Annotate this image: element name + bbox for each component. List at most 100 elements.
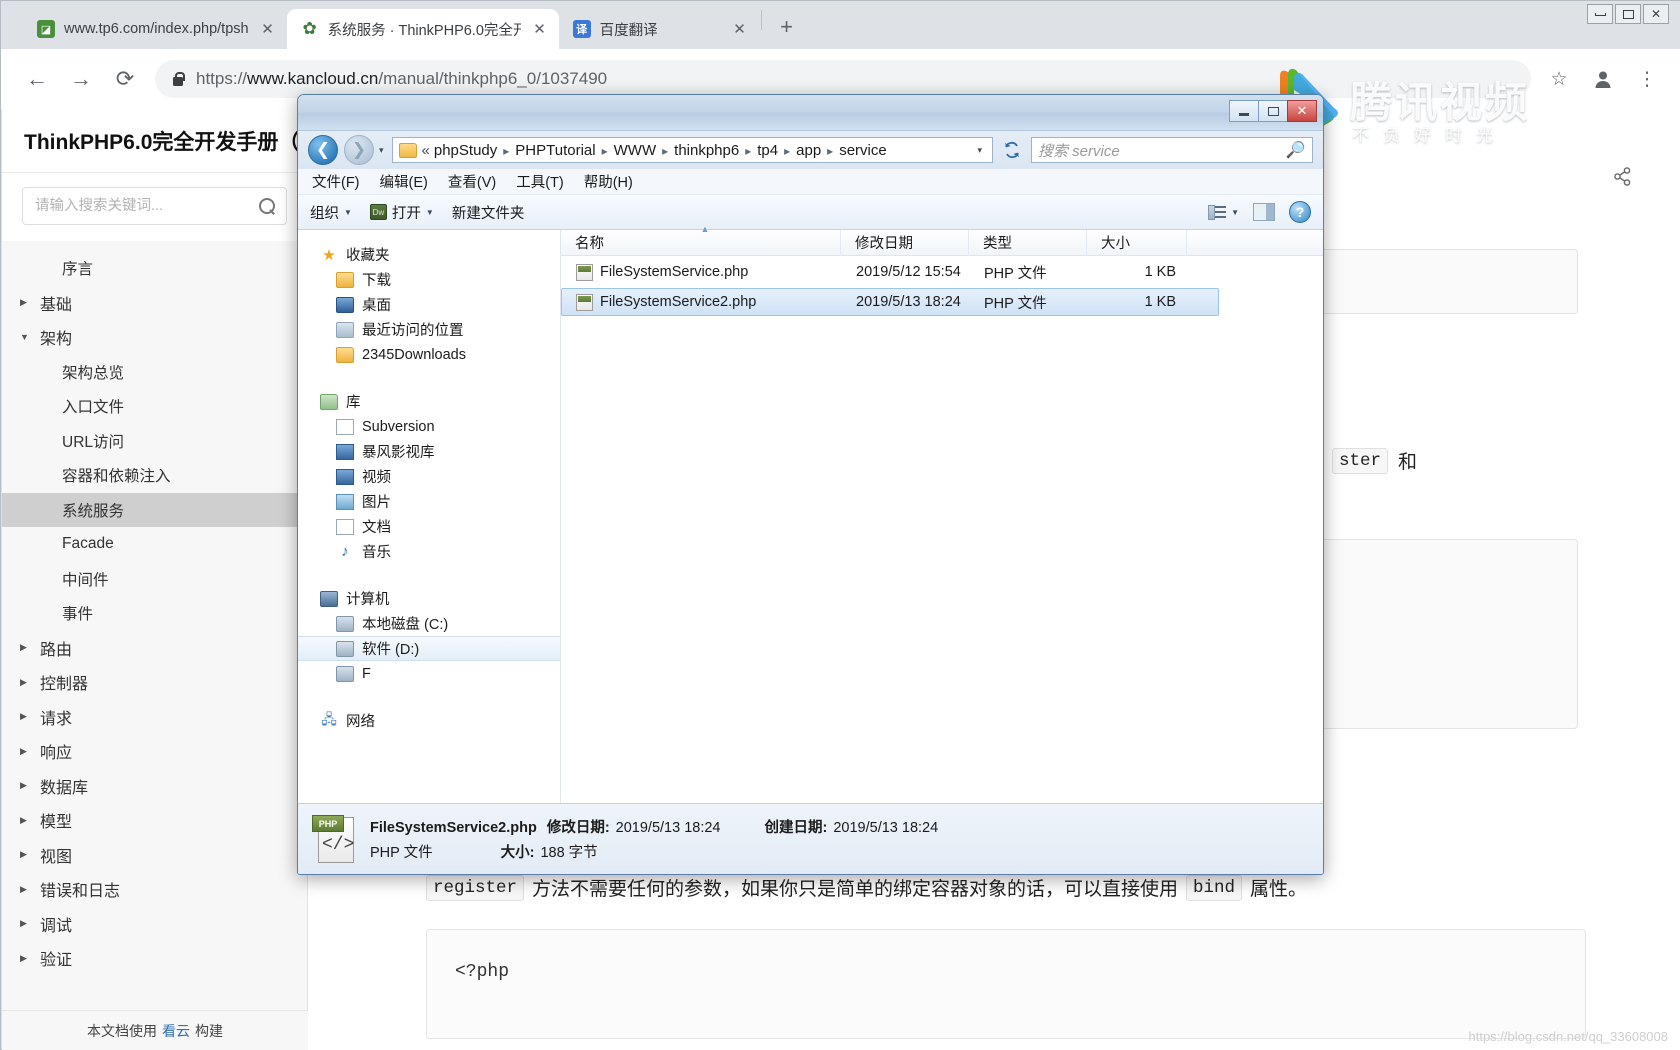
breadcrumb-item[interactable]: WWW [614,142,656,159]
nav-pane-item[interactable]: 软件 (D:) [298,636,560,661]
change-view-button[interactable]: ▼ [1208,205,1239,220]
search-icon[interactable]: 🔍 [1286,140,1306,160]
open-button[interactable]: Dw 打开 ▼ [369,202,434,223]
doc-nav-item[interactable]: ▶ 数据库 [2,769,307,804]
doc-nav-item[interactable]: 容器和依赖注入 [2,458,307,493]
refresh-icon[interactable] [999,137,1025,163]
menu-item[interactable]: 编辑(E) [380,171,428,192]
nav-pane-item[interactable]: 库 [298,389,560,414]
breadcrumb-item[interactable]: phpStudy [434,142,497,159]
doc-nav-item[interactable]: ▼ 架构 [2,320,307,355]
explorer-forward-button[interactable]: ❯ [344,135,374,165]
doc-nav-item[interactable]: ▶ 控制器 [2,665,307,700]
caret-right-icon[interactable]: ▶ [20,297,40,308]
back-button[interactable]: ← [15,57,59,101]
column-header[interactable]: 名称 ▲ [561,224,841,256]
menu-item[interactable]: 工具(T) [516,171,564,192]
chrome-menu-icon[interactable]: ⋮ [1627,59,1667,99]
caret-right-icon[interactable]: ▶ [20,746,40,757]
caret-down-icon[interactable]: ▼ [20,332,40,342]
search-icon[interactable] [259,197,276,215]
nav-pane-item[interactable]: 暴风影视库 [298,439,560,464]
preview-pane-icon[interactable] [1253,203,1275,221]
column-header[interactable]: 修改日期 [841,229,969,256]
share-icon[interactable] [1613,167,1632,192]
doc-nav-item[interactable]: ▶ 请求 [2,700,307,735]
breadcrumb-item[interactable]: app [796,142,821,159]
kanyun-link[interactable]: 看云 [162,1021,190,1041]
file-explorer-window[interactable]: ✕ ❮ ❯ ▾ « phpStudy ▸ PHPTutorial ▸ WWW ▸ think… [297,94,1324,875]
caret-right-icon[interactable]: ▶ [20,780,40,791]
new-folder-button[interactable]: 新建文件夹 [452,202,525,223]
table-row[interactable]: FileSystemService2.php 2019/5/13 18:24 PHP… [561,288,1219,316]
browser-tab-2-active[interactable]: ✿ 系统服务 · ThinkPHP6.0完全开发 ✕ [286,9,559,49]
caret-right-icon[interactable]: ▶ [20,849,40,860]
breadcrumb-item[interactable]: tp4 [757,142,778,159]
breadcrumb-item[interactable]: thinkphp6 [674,142,739,159]
nav-pane-item[interactable]: F [298,661,560,686]
explorer-title-bar[interactable]: ✕ [298,95,1323,131]
window-maximize-icon[interactable] [1615,4,1641,24]
explorer-close-icon[interactable]: ✕ [1287,100,1317,122]
tab-close-icon[interactable]: ✕ [730,22,750,37]
address-bar[interactable]: https://www.kancloud.cn/manual/thinkphp6… [155,60,1531,98]
doc-nav-item[interactable]: ▶ 路由 [2,631,307,666]
nav-pane-item[interactable]: 文档 [298,514,560,539]
doc-nav-item[interactable]: ▶ 错误和日志 [2,872,307,907]
doc-nav-item[interactable]: URL访问 [2,424,307,459]
nav-pane-item[interactable]: 视频 [298,464,560,489]
reload-button[interactable]: ⟳ [103,57,147,101]
nav-pane-item[interactable]: 计算机 [298,586,560,611]
profile-avatar-icon[interactable] [1583,59,1623,99]
doc-nav-item[interactable]: ▶ 响应 [2,734,307,769]
nav-pane-item[interactable]: 2345Downloads [298,342,560,367]
breadcrumb-dropdown-icon[interactable]: ▾ [971,145,988,156]
nav-pane-item[interactable]: Subversion [298,414,560,439]
nav-pane-item[interactable]: 最近访问的位置 [298,317,560,342]
doc-nav-item[interactable]: ▶ 基础 [2,286,307,321]
nav-pane-item[interactable]: ♪ 音乐 [298,539,560,564]
window-minimize-icon[interactable] [1587,4,1613,24]
explorer-search-input[interactable]: 搜索 service 🔍 [1031,137,1313,163]
caret-right-icon[interactable]: ▶ [20,677,40,688]
caret-right-icon[interactable]: ▶ [20,918,40,929]
doc-nav-item[interactable]: 序言 [2,251,307,286]
doc-nav-item[interactable]: 中间件 [2,562,307,597]
menu-item[interactable]: 查看(V) [448,171,496,192]
caret-right-icon[interactable]: ▶ [20,642,40,653]
column-header[interactable]: 大小 [1087,229,1187,256]
doc-nav-item[interactable]: 架构总览 [2,355,307,390]
doc-nav-item[interactable]: ▶ 模型 [2,803,307,838]
nav-pane-item[interactable]: 本地磁盘 (C:) [298,611,560,636]
caret-right-icon[interactable]: ▶ [20,711,40,722]
doc-search-box[interactable] [22,187,287,225]
search-input[interactable] [33,197,259,215]
doc-nav-item[interactable]: ▶ 调试 [2,907,307,942]
doc-nav-item[interactable]: Facade [2,527,307,562]
new-tab-button[interactable]: + [772,13,802,43]
organize-menu-button[interactable]: 组织 ▼ [310,202,352,223]
browser-tab-3[interactable]: 译 百度翻译 ✕ [559,9,759,49]
explorer-maximize-icon[interactable] [1258,100,1288,122]
window-close-icon[interactable]: ✕ [1643,4,1669,24]
tab-close-icon[interactable]: ✕ [530,22,550,37]
breadcrumb-item[interactable]: PHPTutorial [515,142,595,159]
browser-tab-1[interactable]: ◪ www.tp6.com/index.php/tpsh ✕ [23,9,287,49]
doc-nav-item[interactable]: 系统服务 [2,492,307,527]
menu-item[interactable]: 文件(F) [312,171,360,192]
breadcrumb-item[interactable]: service [839,142,887,159]
nav-pane-item[interactable]: 下载 [298,267,560,292]
explorer-back-button[interactable]: ❮ [308,135,338,165]
nav-pane-item[interactable]: 桌面 [298,292,560,317]
doc-nav-item[interactable]: 入口文件 [2,389,307,424]
nav-pane-item[interactable]: 图片 [298,489,560,514]
explorer-minimize-icon[interactable] [1229,100,1259,122]
column-header[interactable]: 类型 [969,229,1087,256]
caret-right-icon[interactable]: ▶ [20,953,40,964]
bookmark-star-icon[interactable]: ☆ [1539,59,1579,99]
help-icon[interactable]: ? [1289,201,1311,223]
doc-nav-item[interactable]: ▶ 视图 [2,838,307,873]
breadcrumb-overflow-icon[interactable]: « [422,142,430,159]
menu-item[interactable]: 帮助(H) [584,171,633,192]
nav-pane-item[interactable]: 🖧 网络 [298,708,560,733]
